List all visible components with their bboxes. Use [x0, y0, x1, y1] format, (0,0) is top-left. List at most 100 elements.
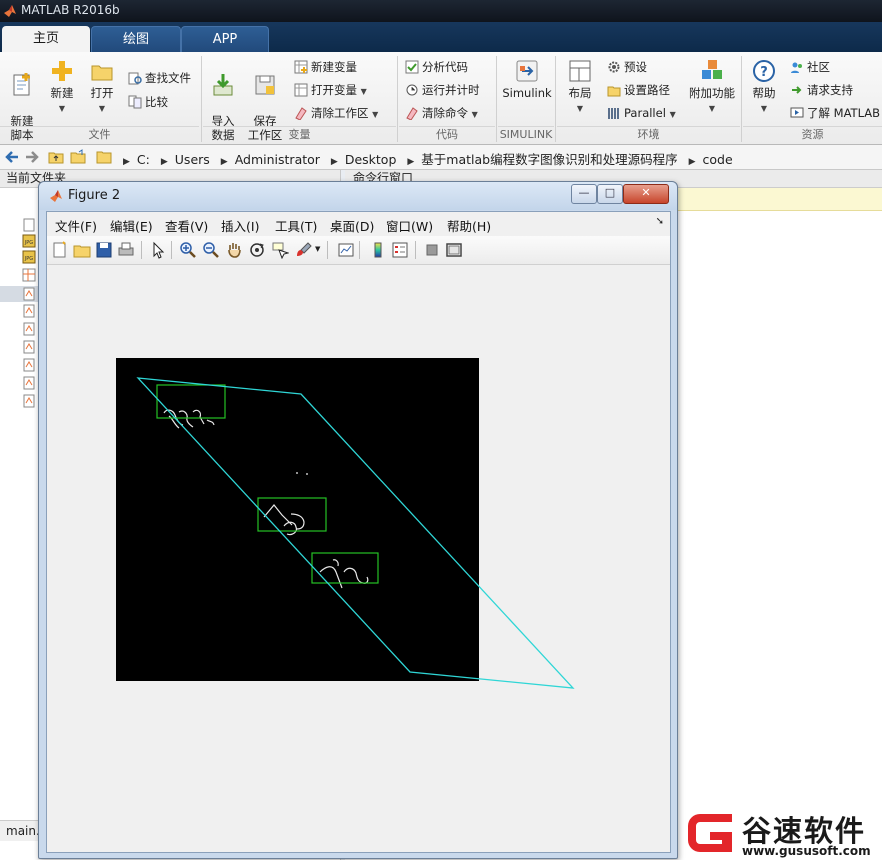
hide-plot-tools-icon[interactable]: [423, 241, 441, 259]
pointer-icon[interactable]: [149, 241, 167, 259]
ribbon-divider: [496, 56, 497, 142]
figure-menubar: 文件(F) 编辑(E) 查看(V) 插入(I) 工具(T) 桌面(D) 窗口(W…: [47, 212, 670, 236]
m-file-icon[interactable]: [22, 287, 36, 301]
zoom-in-icon[interactable]: [179, 241, 197, 259]
menubar-overflow-icon[interactable]: ➘: [656, 216, 664, 227]
breadcrumb-project[interactable]: 基于matlab编程数字图像识别和处理源码程序: [421, 152, 677, 167]
m-file-icon[interactable]: [22, 322, 36, 336]
clear-commands-button[interactable]: 清除命令 ▼: [405, 104, 478, 122]
variable-group-label: 变量: [203, 126, 396, 143]
layout-label: 布局: [568, 86, 592, 100]
layout-icon: [569, 60, 591, 82]
tab-apps[interactable]: APP: [181, 26, 269, 53]
minimize-button[interactable]: —: [571, 184, 597, 204]
open-variable-button[interactable]: 打开变量 ▼: [294, 81, 367, 99]
print-icon[interactable]: [117, 241, 135, 259]
clear-commands-label: 清除命令: [422, 106, 468, 120]
figure-titlebar[interactable]: Figure 2 — □ ✕: [39, 182, 677, 210]
set-path-button[interactable]: 设置路径: [607, 81, 670, 99]
learn-matlab-button[interactable]: 了解 MATLAB: [790, 104, 880, 122]
m-file-icon[interactable]: [22, 394, 36, 408]
zoom-out-icon[interactable]: [202, 241, 220, 259]
toolbar-divider: [415, 241, 416, 259]
menu-help[interactable]: 帮助(H): [447, 216, 491, 235]
menu-edit[interactable]: 编辑(E): [110, 216, 153, 235]
run-and-time-button[interactable]: 运行并计时: [405, 81, 480, 99]
colorbar-icon[interactable]: [369, 241, 387, 259]
tab-home[interactable]: 主页: [2, 26, 90, 52]
code-group-label: 代码: [399, 126, 495, 143]
compare-button[interactable]: 比较: [128, 93, 168, 111]
image-axes[interactable]: [116, 358, 479, 681]
open-file-icon[interactable]: [73, 241, 91, 259]
chevron-down-icon[interactable]: ▼: [315, 245, 320, 253]
layout-button[interactable]: 布局 ▼: [562, 58, 598, 116]
maximize-button[interactable]: □: [597, 184, 623, 204]
data-cursor-icon[interactable]: [271, 241, 289, 259]
menu-view[interactable]: 查看(V): [165, 216, 208, 235]
toolbar-divider: [171, 241, 172, 259]
figure-window[interactable]: Figure 2 — □ ✕ 文件(F) 编辑(E) 查看(V) 插入(I) 工…: [38, 181, 678, 859]
m-file-icon[interactable]: [22, 304, 36, 318]
community-button[interactable]: 社区: [790, 58, 830, 76]
parallel-label: Parallel: [624, 106, 666, 120]
add-ons-button[interactable]: 附加功能 ▼: [686, 58, 738, 116]
up-folder-icon[interactable]: [48, 149, 64, 165]
rotate-3d-icon[interactable]: [248, 241, 266, 259]
folder-open-icon: [91, 65, 113, 81]
preferences-button[interactable]: 预设: [607, 58, 647, 76]
forward-arrow-icon[interactable]: [24, 149, 40, 165]
new-variable-button[interactable]: 新建变量: [294, 58, 357, 76]
fig-file-icon[interactable]: [22, 268, 36, 282]
tab-plots[interactable]: 绘图: [91, 26, 181, 53]
find-files-button[interactable]: 查找文件: [128, 69, 191, 87]
save-workspace-icon: [255, 75, 275, 95]
chevron-down-icon: ▼: [360, 87, 367, 96]
clear-commands-icon: [406, 107, 418, 120]
save-icon[interactable]: [95, 241, 113, 259]
help-button[interactable]: ? 帮助 ▼: [746, 58, 782, 116]
environment-group-label: 环境: [557, 126, 740, 143]
parallel-icon: [608, 108, 619, 119]
menu-window[interactable]: 窗口(W): [386, 216, 433, 235]
menu-desktop[interactable]: 桌面(D): [330, 216, 374, 235]
m-file-icon[interactable]: [22, 376, 36, 390]
close-button[interactable]: ✕: [623, 184, 669, 204]
compare-label: 比较: [145, 95, 168, 109]
menu-file[interactable]: 文件(F): [55, 216, 97, 235]
folder-icon: [96, 151, 112, 164]
clear-workspace-button[interactable]: 清除工作区 ▼: [294, 104, 378, 122]
show-plot-tools-icon[interactable]: [445, 241, 463, 259]
browse-folder-icon[interactable]: [70, 149, 86, 165]
breadcrumb-drive[interactable]: C:: [137, 152, 150, 167]
m-file-icon[interactable]: [22, 340, 36, 354]
breadcrumb-user[interactable]: Administrator: [235, 152, 320, 167]
m-file-icon[interactable]: [22, 358, 36, 372]
simulink-button[interactable]: Simulink: [500, 58, 554, 100]
open-button[interactable]: 打开 ▼: [84, 58, 120, 116]
jpg-file-icon[interactable]: JPG: [22, 250, 36, 264]
back-arrow-icon[interactable]: [4, 149, 20, 165]
link-plot-icon[interactable]: [337, 241, 355, 259]
request-support-button[interactable]: 请求支持: [790, 81, 853, 99]
help-label: 帮助: [752, 86, 776, 100]
ribbon: 新建 脚本 新建 ▼ 打开 ▼ 查找文件 比较 文件 导入 数据 保存 工作区 新建…: [0, 52, 882, 145]
legend-icon[interactable]: [391, 241, 409, 259]
svg-text:JPG: JPG: [24, 240, 33, 246]
breadcrumb-desktop[interactable]: Desktop: [345, 152, 397, 167]
brush-icon[interactable]: [295, 241, 313, 259]
parallel-button[interactable]: Parallel ▼: [607, 104, 676, 122]
jpg-file-icon[interactable]: JPG: [22, 234, 36, 248]
menu-insert[interactable]: 插入(I): [221, 216, 259, 235]
menu-tools[interactable]: 工具(T): [275, 216, 317, 235]
new-variable-label: 新建变量: [311, 60, 357, 74]
figure-toolbar: ▼: [47, 236, 670, 265]
breadcrumb-users[interactable]: Users: [175, 152, 210, 167]
analyze-code-button[interactable]: 分析代码: [405, 58, 468, 76]
breadcrumb-code[interactable]: code: [703, 152, 733, 167]
new-figure-icon[interactable]: [51, 241, 69, 259]
pan-hand-icon[interactable]: [225, 241, 243, 259]
new-button[interactable]: 新建 ▼: [44, 58, 80, 116]
file-icon[interactable]: [22, 218, 36, 232]
breadcrumb[interactable]: ▶ C: ▶ Users ▶ Administrator ▶ Desktop ▶ 基于ma…: [116, 149, 733, 168]
